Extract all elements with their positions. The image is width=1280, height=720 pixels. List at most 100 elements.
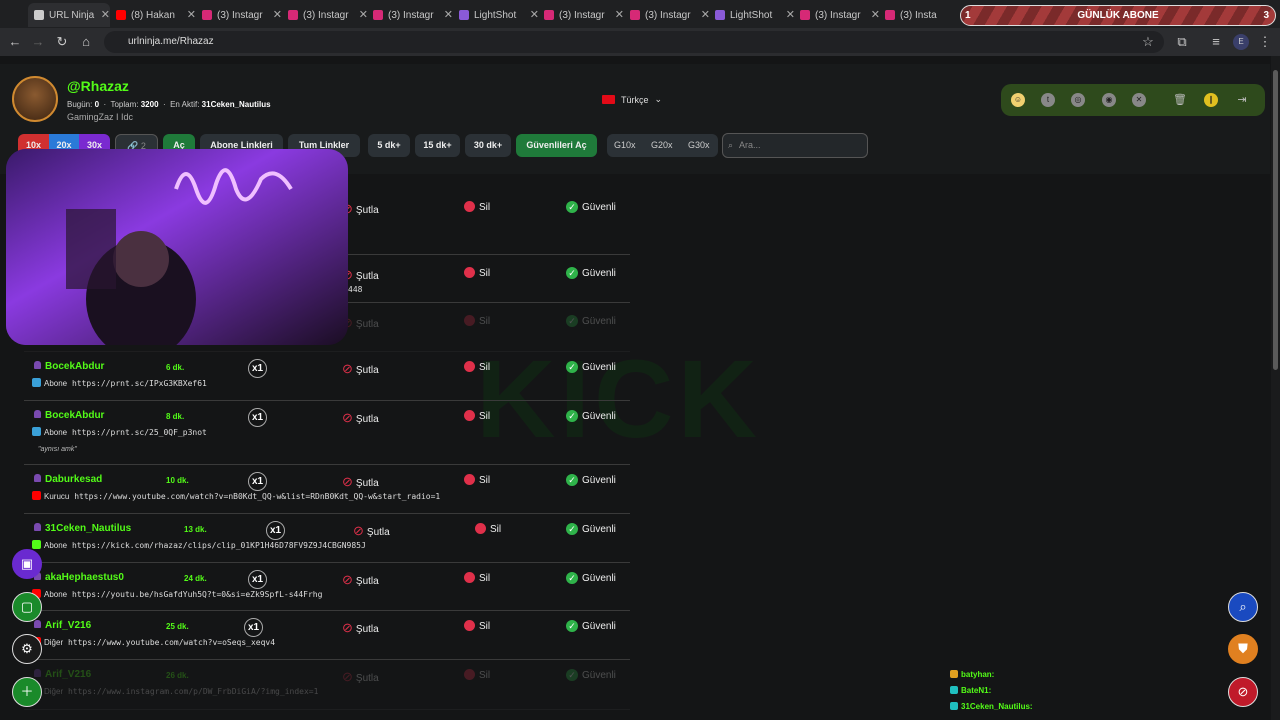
pause-icon[interactable]: ∥ <box>1204 93 1218 107</box>
row-delete-button[interactable]: Sil <box>464 201 490 213</box>
row-delete-button[interactable]: Sil <box>475 523 501 535</box>
g10x-button[interactable]: G10x <box>614 140 636 150</box>
row-delete-button[interactable]: Sil <box>464 474 490 486</box>
g20x-button[interactable]: G20x <box>651 140 673 150</box>
row-username[interactable]: akaHephaestus0 <box>34 572 124 583</box>
close-icon[interactable]: ✕ <box>444 8 453 21</box>
row-safe-button[interactable]: Güvenli <box>566 620 616 632</box>
row-safe-button[interactable]: Güvenli <box>566 474 616 486</box>
row-safe-button[interactable]: Güvenli <box>566 523 616 535</box>
row-username[interactable]: Arif_V216 <box>34 620 91 631</box>
search-input[interactable]: ⌕ Ara... <box>722 133 868 158</box>
row-delete-button[interactable]: Sil <box>464 361 490 373</box>
back-arrow-icon[interactable]: ← <box>7 34 23 50</box>
url-input[interactable]: urlninja.me/Rhazaz <box>104 31 1164 53</box>
search-placeholder: Ara... <box>739 140 761 150</box>
row-delete-button[interactable]: Sil <box>464 315 490 327</box>
reload-icon[interactable]: ↻ <box>54 34 70 50</box>
row-skip-button[interactable]: Şutla <box>342 620 379 636</box>
media-icon[interactable]: ≡ <box>1208 34 1224 50</box>
row-link[interactable]: Abone https://prnt.sc/25_0QF_p3not <box>32 427 207 437</box>
row-safe-button[interactable]: Güvenli <box>566 410 616 422</box>
tab-instagram[interactable]: (3) Instagr ✕ <box>373 3 453 27</box>
g30x-button[interactable]: G30x <box>688 140 710 150</box>
row-link[interactable]: Diğer https://www.youtube.com/watch?v=oS… <box>32 637 275 647</box>
trash-icon[interactable]: 🗑 <box>1173 93 1187 107</box>
row-safe-button[interactable]: Güvenli <box>566 315 616 327</box>
close-square-icon[interactable]: ✕ <box>1132 93 1146 107</box>
row-delete-button[interactable]: Sil <box>464 572 490 584</box>
extensions-icon[interactable]: ⧉ <box>1174 34 1190 50</box>
row-delete-button[interactable]: Sil <box>464 410 490 422</box>
close-icon[interactable]: ✕ <box>871 8 880 21</box>
row-skip-button[interactable]: Şutla <box>342 474 379 490</box>
gear-icon[interactable]: ⚙ <box>12 634 42 664</box>
block-user-icon[interactable]: ⊘ <box>1228 677 1258 707</box>
logout-icon[interactable]: ⇥ <box>1235 93 1249 107</box>
close-icon[interactable]: ✕ <box>273 8 282 21</box>
row-safe-button[interactable]: Güvenli <box>566 201 616 213</box>
bookmark-star-icon[interactable]: ☆ <box>1140 34 1156 50</box>
close-icon[interactable]: ✕ <box>701 8 710 21</box>
tab-lightshot[interactable]: LightShot ✕ <box>459 3 539 27</box>
row-skip-button[interactable]: Şutla <box>342 669 379 685</box>
twitter-icon[interactable]: t <box>1041 93 1055 107</box>
row-link[interactable]: Abone https://prnt.sc/IPxG3KBXef61 <box>32 378 207 388</box>
row-link[interactable]: Abone https://youtu.be/hsGafdYuh5Q?t=0&s… <box>32 589 322 599</box>
row-delete-button[interactable]: Sil <box>464 620 490 632</box>
row-delete-button[interactable]: Sil <box>464 669 490 681</box>
row-link[interactable]: Diğer https://www.instagram.com/p/DW_Frb… <box>32 686 318 696</box>
instagram-icon[interactable]: ◎ <box>1071 93 1085 107</box>
filter-15min-button[interactable]: 15 dk+ <box>415 134 460 157</box>
row-link[interactable]: Kurucu https://www.youtube.com/watch?v=n… <box>32 491 440 501</box>
row-skip-button[interactable]: Şutla <box>342 361 379 377</box>
row-username[interactable]: 31Ceken_Nautilus <box>34 523 131 534</box>
shield-icon[interactable]: ⛊ <box>1228 634 1258 664</box>
tab-lightshot[interactable]: LightShot ✕ <box>715 3 795 27</box>
row-safe-button[interactable]: Güvenli <box>566 361 616 373</box>
row-username[interactable]: BocekAbdur <box>34 361 104 372</box>
close-icon[interactable]: ✕ <box>359 8 368 21</box>
row-username[interactable]: Arif_V216 <box>34 669 91 680</box>
twitch-icon[interactable]: ▣ <box>12 549 42 579</box>
close-icon[interactable]: ✕ <box>101 8 110 21</box>
row-delete-button[interactable]: Sil <box>464 267 490 279</box>
tab-instagram[interactable]: (3) Instagr ✕ <box>544 3 624 27</box>
discord-icon[interactable]: ◉ <box>1102 93 1116 107</box>
tab-url-ninja[interactable]: URL Ninja ✕ <box>28 3 110 27</box>
tab-instagram[interactable]: (3) Instagr ✕ <box>288 3 368 27</box>
row-skip-button[interactable]: Şutla <box>342 410 379 426</box>
tab-instagram[interactable]: (3) Instagr ✕ <box>630 3 710 27</box>
row-safe-button[interactable]: Güvenli <box>566 669 616 681</box>
tab-instagram[interactable]: (3) Instagr ✕ <box>202 3 282 27</box>
row-skip-button[interactable]: Şutla <box>353 523 390 539</box>
kick-icon[interactable]: ▢ <box>12 592 42 622</box>
filter-30min-button[interactable]: 30 dk+ <box>465 134 511 157</box>
tab-instagram[interactable]: (3) Instagr ✕ <box>800 3 880 27</box>
close-icon[interactable]: ✕ <box>187 8 196 21</box>
tab-instagram[interactable]: (3) Insta <box>885 3 955 27</box>
page-scrollbar[interactable] <box>1271 56 1280 720</box>
add-user-icon[interactable]: ＋ <box>12 677 42 707</box>
emoji-icon[interactable]: ☺ <box>1011 93 1025 107</box>
row-safe-button[interactable]: Güvenli <box>566 267 616 279</box>
tab-youtube[interactable]: (8) Hakan ✕ <box>116 3 196 27</box>
close-icon[interactable]: ✕ <box>615 8 624 21</box>
row-safe-button[interactable]: Güvenli <box>566 572 616 584</box>
close-icon[interactable]: ✕ <box>530 8 539 21</box>
open-safe-links-button[interactable]: Güvenlileri Aç <box>516 134 597 157</box>
filter-5min-button[interactable]: 5 dk+ <box>368 134 410 157</box>
close-icon[interactable]: ✕ <box>786 8 795 21</box>
scrollbar-thumb[interactable] <box>1273 70 1278 370</box>
menu-kebab-icon[interactable]: ⋮ <box>1257 34 1273 50</box>
row-link[interactable]: 448 <box>348 285 362 294</box>
row-skip-button[interactable]: Şutla <box>342 572 379 588</box>
row-link[interactable]: Abone https://kick.com/rhazaz/clips/clip… <box>32 540 366 550</box>
forward-arrow-icon[interactable]: → <box>30 34 46 50</box>
row-username[interactable]: Daburkesad <box>34 474 102 485</box>
row-username[interactable]: BocekAbdur <box>34 410 104 421</box>
profile-avatar-icon[interactable]: E <box>1233 34 1249 50</box>
language-select[interactable]: Türkçe ⌄ <box>602 94 662 105</box>
home-icon[interactable]: ⌂ <box>78 34 94 50</box>
search-icon[interactable]: ⌕ <box>1228 592 1258 622</box>
